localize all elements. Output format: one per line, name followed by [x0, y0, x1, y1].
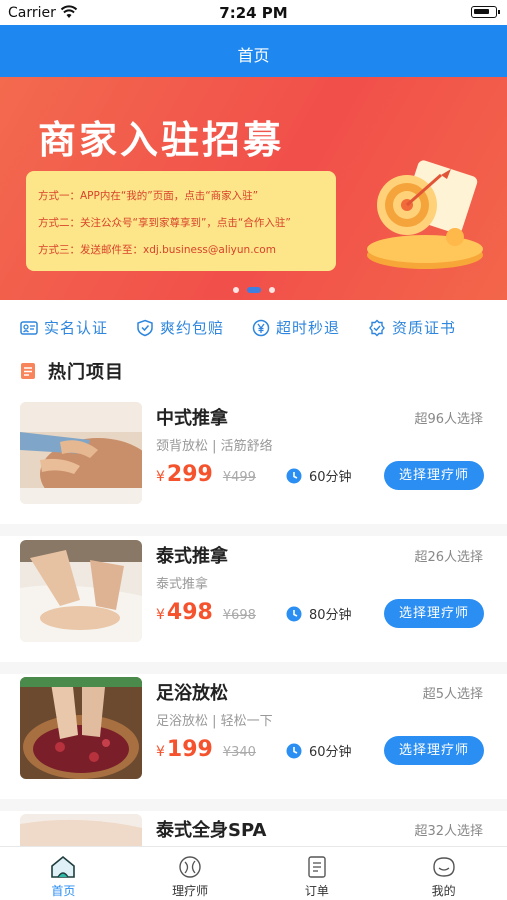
service-name: 泰式全身SPA [156, 820, 267, 841]
banner-pager[interactable] [0, 279, 507, 298]
current-price: 299 [166, 462, 213, 487]
duration: 60分钟 [286, 466, 352, 485]
banner-info-line: 方式三：发送邮件至：xdj.business@aliyun.com [38, 244, 276, 256]
currency-symbol: ¥ [156, 744, 165, 760]
current-price: 498 [166, 600, 213, 625]
service-item[interactable]: 足浴放松 超5人选择 足浴放松 | 轻松一下 ¥ 199 ¥340 60分钟 选… [0, 673, 507, 811]
id-card-icon [20, 320, 38, 335]
feature-no-show-compensation: 爽约包赔 [136, 317, 224, 338]
banner-info-line: 方式一：APP内在“我的”页面，点击“商家入驻” [38, 190, 259, 202]
document-icon [21, 363, 35, 379]
service-description: 泰式推拿 [156, 577, 209, 592]
current-price: 199 [166, 737, 213, 762]
service-item[interactable]: 中式推拿 超96人选择 颈背放松 | 活筋舒络 ¥ 299 ¥499 60分钟 … [0, 398, 507, 536]
battery-icon [471, 6, 500, 18]
order-icon [308, 856, 326, 878]
banner-info-box: 方式一：APP内在“我的”页面，点击“商家入驻” 方式二：关注公众号“享到家尊享… [26, 171, 336, 271]
duration: 80分钟 [286, 604, 352, 623]
feature-label: 资质证书 [392, 319, 457, 337]
nav-bar: 首页 [0, 25, 507, 77]
service-name: 中式推拿 [156, 408, 228, 429]
feature-label: 爽约包赔 [160, 319, 225, 337]
feature-qualification: 资质证书 [368, 317, 456, 338]
clock-icon [286, 468, 302, 483]
selection-count: 超96人选择 [414, 412, 483, 427]
home-icon [51, 855, 76, 878]
duration-text: 80分钟 [309, 608, 352, 623]
price-row: ¥ 299 ¥499 [156, 462, 256, 487]
feature-label: 超时秒退 [276, 319, 341, 337]
profile-icon [432, 857, 455, 877]
selection-count: 超26人选择 [414, 550, 483, 565]
pager-dot[interactable] [268, 286, 275, 293]
selection-count: 超32人选择 [414, 824, 483, 839]
pager-dot[interactable] [232, 286, 239, 293]
service-image [20, 402, 142, 504]
feature-label: 实名认证 [44, 319, 109, 337]
tab-label: 理疗师 [172, 884, 209, 898]
tab-profile[interactable]: 我的 [380, 847, 507, 900]
service-description: 颈背放松 | 活筋舒络 [156, 439, 273, 454]
service-image [20, 540, 142, 642]
tab-therapist[interactable]: 理疗师 [127, 847, 254, 900]
target-illustration-icon [367, 160, 483, 269]
tab-orders[interactable]: 订单 [254, 847, 381, 900]
service-name: 足浴放松 [156, 683, 228, 704]
choose-therapist-button[interactable]: 选择理疗师 [384, 736, 484, 765]
price-row: ¥ 498 ¥698 [156, 600, 256, 625]
price-row: ¥ 199 ¥340 [156, 737, 256, 762]
merchant-recruit-banner[interactable]: 商家入驻招募 方式一：APP内在“我的”页面，点击“商家入驻” 方式二：关注公众… [0, 77, 507, 300]
service-name: 泰式推拿 [156, 546, 228, 567]
tab-home[interactable]: 首页 [0, 847, 127, 900]
tab-label: 订单 [304, 884, 329, 898]
yen-circle-icon [252, 319, 270, 336]
original-price: ¥340 [222, 745, 256, 760]
guarantee-features: 实名认证 爽约包赔 超时秒退 资质证书 [0, 300, 507, 355]
choose-therapist-button[interactable]: 选择理疗师 [384, 461, 484, 490]
clock-icon [286, 743, 302, 758]
status-bar: Carrier 7:24 PM [0, 0, 507, 25]
feature-real-name: 实名认证 [20, 317, 108, 338]
service-image [20, 677, 142, 779]
service-item[interactable]: 泰式推拿 超26人选择 泰式推拿 ¥ 498 ¥698 80分钟 选择理疗师 [0, 536, 507, 674]
shield-icon [137, 319, 153, 336]
pager-dot-active[interactable] [246, 286, 261, 293]
page-title: 首页 [237, 46, 270, 65]
section-title: 热门项目 [48, 362, 124, 383]
clock-icon [286, 606, 302, 621]
banner-info-line: 方式二：关注公众号“享到家尊享到”，点击“合作入驻” [38, 217, 291, 229]
service-description: 足浴放松 | 轻松一下 [156, 714, 273, 729]
tab-label: 我的 [431, 884, 456, 898]
currency-symbol: ¥ [156, 469, 165, 485]
clock-time: 7:24 PM [219, 4, 288, 22]
banner-headline: 商家入驻招募 [38, 118, 285, 162]
original-price: ¥499 [222, 470, 256, 485]
choose-therapist-button[interactable]: 选择理疗师 [384, 599, 484, 628]
feature-overtime-refund: 超时秒退 [252, 317, 340, 338]
tab-label: 首页 [51, 884, 76, 898]
therapist-icon [179, 856, 201, 878]
duration-text: 60分钟 [309, 745, 352, 760]
currency-symbol: ¥ [156, 607, 165, 623]
certificate-check-icon [369, 319, 385, 336]
divider [0, 524, 507, 536]
selection-count: 超5人选择 [422, 687, 483, 702]
section-header: 热门项目 [20, 357, 124, 385]
duration: 60分钟 [286, 741, 352, 760]
bottom-tab-bar: 首页 理疗师 订单 我的 [0, 846, 507, 900]
original-price: ¥698 [222, 608, 256, 623]
duration-text: 60分钟 [309, 470, 352, 485]
